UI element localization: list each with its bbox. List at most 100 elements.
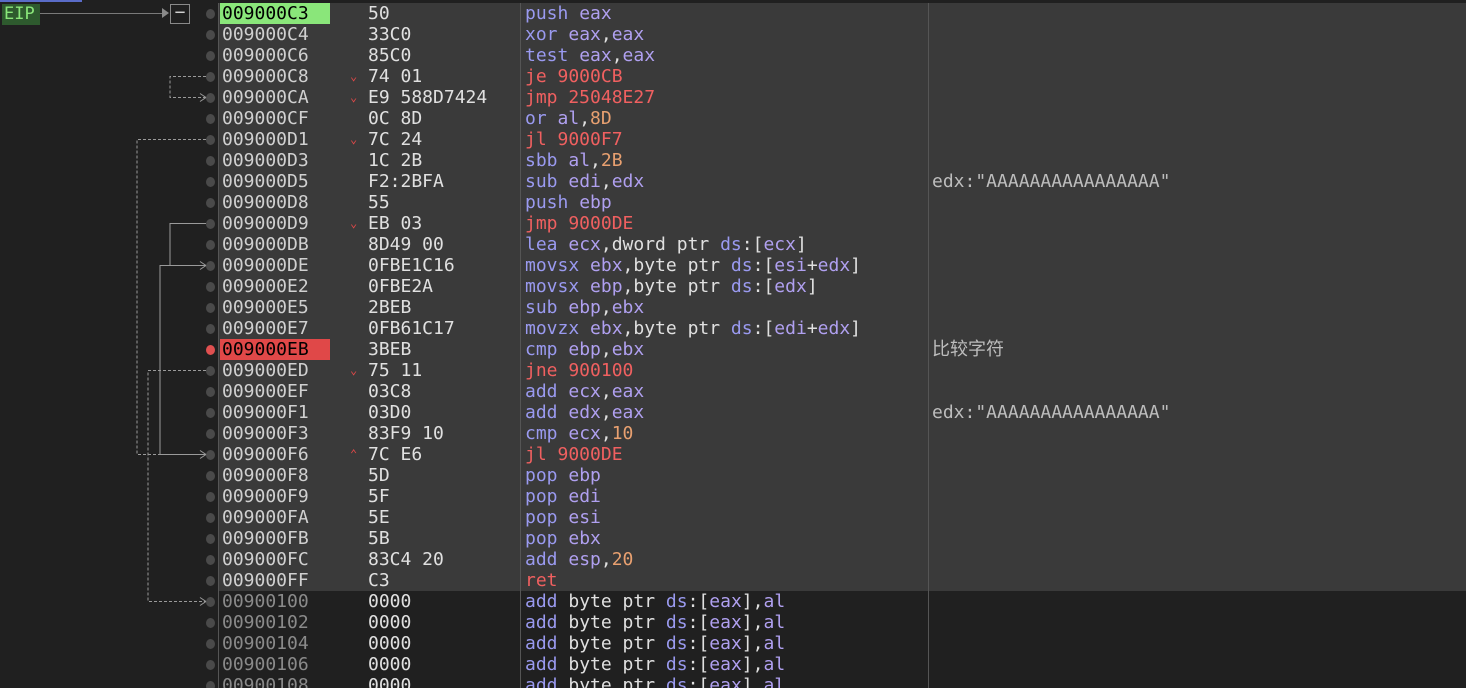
instruction-address[interactable]: 00900102 [220,612,330,633]
instruction-bytes[interactable]: 0000 [368,591,411,612]
instruction-row[interactable]: 00900100 0000 add byte ptr ds:[eax],al [0,591,1466,612]
instruction-bytes[interactable]: 5D [368,465,390,486]
instruction-address[interactable]: 009000FC [220,549,330,570]
instruction-address[interactable]: 00900108 [220,675,330,688]
instruction-row[interactable]: 009000FF C3 ret [0,570,1466,591]
instruction-row[interactable]: 009000F8 5D pop ebp [0,465,1466,486]
instruction-bytes[interactable]: 75 11 [368,360,422,381]
instruction-row[interactable]: 009000C6 85C0 test eax,eax [0,45,1466,66]
instruction-bytes[interactable]: 8D49 00 [368,234,444,255]
instruction-row[interactable]: 009000FB 5B pop ebx [0,528,1466,549]
instruction-address[interactable]: 009000F3 [220,423,330,444]
instruction-address[interactable]: 009000D9 [220,213,330,234]
instruction-disassembly[interactable]: add ecx,eax [525,381,644,402]
instruction-address[interactable]: 009000F6 [220,444,330,465]
instruction-disassembly[interactable]: cmp ecx,10 [525,423,633,444]
instruction-disassembly[interactable]: sub ebp,ebx [525,297,644,318]
instruction-row[interactable]: 009000C8 ⌄ 74 01 je 9000CB [0,66,1466,87]
instruction-row[interactable]: 00900104 0000 add byte ptr ds:[eax],al [0,633,1466,654]
instruction-row[interactable]: 009000CA ⌄ E9 588D7424 jmp 25048E27 [0,87,1466,108]
instruction-bytes[interactable]: 0C 8D [368,108,422,129]
instruction-address[interactable]: 00900106 [220,654,330,675]
instruction-row[interactable]: 009000F3 83F9 10 cmp ecx,10 [0,423,1466,444]
instruction-disassembly[interactable]: pop esi [525,507,601,528]
instruction-row[interactable]: 009000C3 50 push eax [0,3,1466,24]
instruction-row[interactable]: 009000FC 83C4 20 add esp,20 [0,549,1466,570]
instruction-address[interactable]: 009000D3 [220,150,330,171]
instruction-address[interactable]: 009000CA [220,87,330,108]
instruction-row[interactable]: 009000D5 F2:2BFA sub edi,edx edx:"AAAAAAAAA… [0,171,1466,192]
instruction-row[interactable]: 009000EF 03C8 add ecx,eax [0,381,1466,402]
instruction-disassembly[interactable]: jne 900100 [525,360,633,381]
instruction-row[interactable]: 009000F1 03D0 add edx,eax edx:"AAAAAAAAAAAA… [0,402,1466,423]
instruction-row[interactable]: 00900106 0000 add byte ptr ds:[eax],al [0,654,1466,675]
instruction-disassembly[interactable]: movsx ebx,byte ptr ds:[esi+edx] [525,255,861,276]
instruction-address[interactable]: 009000D5 [220,171,330,192]
instruction-disassembly[interactable]: test eax,eax [525,45,655,66]
instruction-bytes[interactable]: 0000 [368,633,411,654]
instruction-bytes[interactable]: 50 [368,3,390,24]
instruction-address[interactable]: 009000DE [220,255,330,276]
instruction-comment[interactable]: edx:"AAAAAAAAAAAAAAAA" [932,171,1170,192]
instruction-address[interactable]: 009000E2 [220,276,330,297]
instruction-bytes[interactable]: 0000 [368,654,411,675]
instruction-address[interactable]: 009000C6 [220,45,330,66]
instruction-disassembly[interactable]: ret [525,570,558,591]
instruction-disassembly[interactable]: jmp 25048E27 [525,87,655,108]
instruction-row[interactable]: 009000ED ⌄ 75 11 jne 900100 [0,360,1466,381]
instruction-row[interactable]: 009000F6 ⌃ 7C E6 jl 9000DE [0,444,1466,465]
instruction-address[interactable]: 009000F9 [220,486,330,507]
instruction-address[interactable]: 009000DB [220,234,330,255]
instruction-row[interactable]: 009000FA 5E pop esi [0,507,1466,528]
instruction-address[interactable]: 00900100 [220,591,330,612]
instruction-disassembly[interactable]: sub edi,edx [525,171,644,192]
instruction-disassembly[interactable]: add byte ptr ds:[eax],al [525,675,785,688]
instruction-address[interactable]: 009000E5 [220,297,330,318]
instruction-bytes[interactable]: 7C E6 [368,444,422,465]
instruction-row[interactable]: 009000D1 ⌄ 7C 24 jl 9000F7 [0,129,1466,150]
instruction-address[interactable]: 00900104 [220,633,330,654]
instruction-disassembly[interactable]: cmp ebp,ebx [525,339,644,360]
instruction-disassembly[interactable]: lea ecx,dword ptr ds:[ecx] [525,234,807,255]
instruction-address[interactable]: 009000FB [220,528,330,549]
instruction-address[interactable]: 009000C8 [220,66,330,87]
instruction-row[interactable]: 009000E2 0FBE2A movsx ebp,byte ptr ds:[edx… [0,276,1466,297]
instruction-address[interactable]: 009000EF [220,381,330,402]
instruction-address[interactable]: 009000EB [220,339,330,360]
instruction-row[interactable]: 009000DB 8D49 00 lea ecx,dword ptr ds:[ecx… [0,234,1466,255]
instruction-disassembly[interactable]: pop ebx [525,528,601,549]
instruction-row[interactable]: 00900102 0000 add byte ptr ds:[eax],al [0,612,1466,633]
instruction-address[interactable]: 009000CF [220,108,330,129]
instruction-bytes[interactable]: 83F9 10 [368,423,444,444]
instruction-disassembly[interactable]: add byte ptr ds:[eax],al [525,612,785,633]
instruction-address[interactable]: 009000F8 [220,465,330,486]
instruction-address[interactable]: 009000E7 [220,318,330,339]
instruction-bytes[interactable]: 74 01 [368,66,422,87]
instruction-address[interactable]: 009000D8 [220,192,330,213]
disassembly-view[interactable]: EIP − 009000C3 50 push eax 009000C4 33C0 xor … [0,0,1466,688]
instruction-address[interactable]: 009000FF [220,570,330,591]
instruction-disassembly[interactable]: push ebp [525,192,612,213]
instruction-bytes[interactable]: 7C 24 [368,129,422,150]
instruction-row[interactable]: 009000EB 3BEB cmp ebp,ebx 比较字符 [0,339,1466,360]
instruction-disassembly[interactable]: add edx,eax [525,402,644,423]
instruction-row[interactable]: 00900108 0000 add byte ptr ds:[eax],al [0,675,1466,688]
instruction-bytes[interactable]: 03C8 [368,381,411,402]
instruction-bytes[interactable]: 5E [368,507,390,528]
instruction-disassembly[interactable]: sbb al,2B [525,150,623,171]
instruction-bytes[interactable]: EB 03 [368,213,422,234]
instruction-disassembly[interactable]: movsx ebp,byte ptr ds:[edx] [525,276,818,297]
instruction-disassembly[interactable]: jmp 9000DE [525,213,633,234]
instruction-address[interactable]: 009000ED [220,360,330,381]
instruction-row[interactable]: 009000F9 5F pop edi [0,486,1466,507]
instruction-bytes[interactable]: 83C4 20 [368,549,444,570]
instruction-comment[interactable]: edx:"AAAAAAAAAAAAAAAA" [932,402,1170,423]
instruction-disassembly[interactable]: add byte ptr ds:[eax],al [525,591,785,612]
instruction-disassembly[interactable]: add byte ptr ds:[eax],al [525,654,785,675]
instruction-bytes[interactable]: 2BEB [368,297,411,318]
instruction-disassembly[interactable]: jl 9000DE [525,444,623,465]
instruction-address[interactable]: 009000C4 [220,24,330,45]
instruction-bytes[interactable]: 3BEB [368,339,411,360]
instruction-disassembly[interactable]: push eax [525,3,612,24]
instruction-bytes[interactable]: 33C0 [368,24,411,45]
